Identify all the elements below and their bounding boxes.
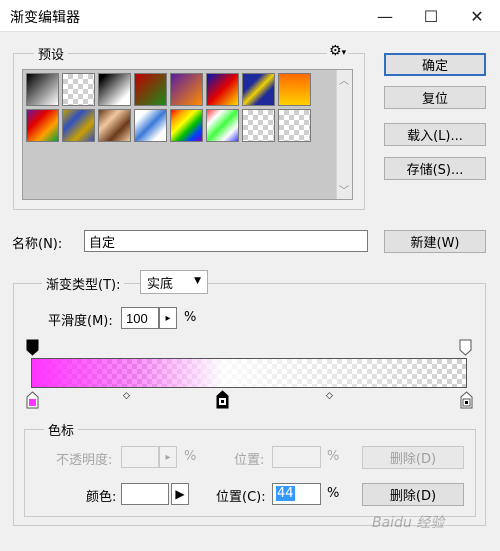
presets-grid [22,69,353,200]
preset-swatch[interactable] [242,73,275,106]
preset-swatch[interactable] [278,73,311,106]
save-button[interactable]: 存储(S)... [384,157,486,180]
minimize-button[interactable]: — [362,0,408,32]
color-location-value: 44 [276,486,295,501]
load-button[interactable]: 载入(L)... [384,123,486,146]
presets-menu-button[interactable]: ⚙▾ [327,43,349,59]
preset-swatch[interactable] [278,109,311,142]
gradient-type-select[interactable]: 实底 ▼ [140,270,208,294]
color-location-label: 位置(C): [216,490,266,505]
opacity-location-label: 位置: [234,453,265,468]
color-swatch[interactable] [121,483,169,505]
name-input[interactable] [84,230,368,252]
smoothness-popup-button[interactable]: ▸ [159,307,177,329]
smoothness-label: 平滑度(M): [48,314,113,329]
maximize-icon: ☐ [423,6,439,26]
color-location-input[interactable]: 44 [272,483,321,505]
opacity-input[interactable] [121,446,159,468]
ok-button[interactable]: 确定 [384,53,486,76]
preset-swatch[interactable] [98,73,131,106]
color-stop-end[interactable] [460,391,473,413]
preset-swatch[interactable] [206,73,239,106]
gear-icon: ⚙ [329,43,342,59]
preset-swatch[interactable] [26,109,59,142]
new-button[interactable]: 新建(W) [384,230,486,253]
preset-swatch[interactable] [26,73,59,106]
preset-swatch[interactable] [134,73,167,106]
chevron-down-icon: ▼ [194,276,201,286]
triangle-right-icon: ▶ [175,487,185,501]
opacity-location-input[interactable] [272,446,321,468]
delete-color-stop-button[interactable]: 删除(D) [362,483,464,506]
reset-button[interactable]: 复位 [384,86,486,109]
maximize-button[interactable]: ☐ [408,0,454,32]
minimize-icon: — [377,6,393,26]
preset-swatch[interactable] [206,109,239,142]
preset-swatch[interactable] [98,109,131,142]
preset-swatch[interactable] [134,109,167,142]
triangle-right-icon: ▸ [165,451,171,463]
gradient-preview-bar[interactable] [31,358,467,388]
color-location-unit: % [327,486,340,501]
name-label: 名称(N): [12,237,63,252]
color-label: 颜色: [86,490,117,505]
opacity-popup-button[interactable]: ▸ [159,446,177,468]
color-popup-button[interactable]: ▶ [171,483,189,505]
preset-swatch[interactable] [170,109,203,142]
opacity-unit: % [184,449,197,464]
presets-label: 预设 [34,44,69,63]
gradient-type-value: 实底 [147,276,174,292]
presets-scrollbar[interactable]: ︿ ﹀ [336,70,352,199]
triangle-right-icon: ▸ [165,312,171,324]
watermark: Baidu 经验 [372,515,445,531]
opacity-label: 不透明度: [56,453,113,468]
stops-label: 色标 [44,420,79,439]
midpoint-diamond[interactable]: ◇ [123,391,130,401]
close-button[interactable]: ✕ [454,0,500,32]
color-stop-start[interactable] [26,391,39,413]
opacity-location-unit: % [327,449,340,464]
preset-swatch[interactable] [170,73,203,106]
preset-swatch[interactable] [242,109,275,142]
preset-swatch[interactable] [62,109,95,142]
preset-swatch[interactable] [62,73,95,106]
window-title: 渐变编辑器 [10,10,80,26]
gradient-type-label: 渐变类型(T): [42,274,125,293]
smoothness-input[interactable] [121,307,159,329]
color-stop-selected[interactable] [216,390,229,413]
midpoint-diamond[interactable]: ◇ [326,391,333,401]
scroll-down-icon[interactable]: ﹀ [339,182,349,197]
scroll-up-icon[interactable]: ︿ [339,72,349,87]
close-icon: ✕ [470,6,484,26]
delete-opacity-stop-button[interactable]: 删除(D) [362,446,464,469]
smoothness-unit: % [184,310,197,325]
